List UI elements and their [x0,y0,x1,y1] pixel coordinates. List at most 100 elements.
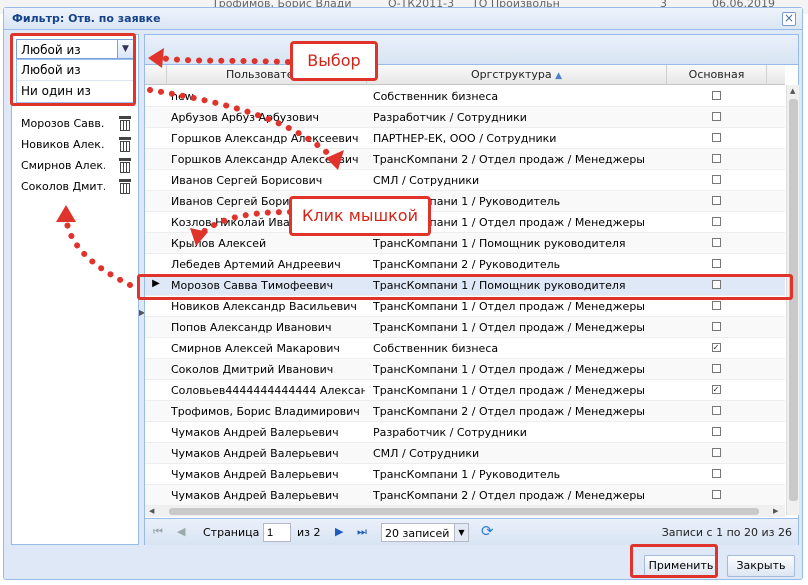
table-row[interactable]: Лебедев Артемий Андреевич ТрансКомпани 2 … [145,254,785,275]
trash-icon[interactable] [119,158,131,173]
cell-main-checkbox[interactable] [667,427,765,436]
selected-user-item: Морозов Савв... [17,115,133,133]
checkbox-icon[interactable] [711,133,721,142]
scroll-right-icon[interactable]: ▶ [773,507,778,515]
close-icon[interactable]: × [782,12,796,26]
cell-main-checkbox[interactable] [667,112,765,121]
cell-main-checkbox[interactable] [667,238,765,247]
header-main[interactable]: Основная [667,65,767,85]
checkbox-icon[interactable] [711,238,721,247]
cell-main-checkbox[interactable] [667,301,765,310]
last-page-icon[interactable]: ⏭ [357,525,367,539]
table-row[interactable]: Иванов Сергей Борисович СМЛ / Сотрудники [145,170,785,191]
checkbox-icon[interactable] [711,469,721,478]
dialog-titlebar[interactable]: Фильтр: Отв. по заявке × [4,8,802,30]
table-row[interactable]: new Собственник бизнеса [145,86,785,107]
checkbox-icon[interactable] [711,154,721,163]
cell-main-checkbox[interactable] [667,196,765,205]
header-org[interactable]: Оргструктура ▲ [367,65,667,85]
cell-user: Чумаков Андрей Валерьевич [171,447,339,460]
cell-main-checkbox[interactable] [667,133,765,142]
highlight-apply [630,544,718,578]
checkbox-icon[interactable]: ✓ [711,385,721,394]
page-count: из 2 [297,526,321,539]
cell-main-checkbox[interactable] [667,217,765,226]
cell-main-checkbox[interactable] [667,364,765,373]
vertical-scrollbar[interactable]: ▲ [786,85,799,515]
cell-main-checkbox[interactable] [667,322,765,331]
next-page-icon[interactable]: ▶ [335,525,343,538]
table-row[interactable]: Чумаков Андрей Валерьевич ТрансКомпани 1 … [145,464,785,485]
table-row[interactable]: Соловьев4444444444444 Алексан... ТрансКом… [145,380,785,401]
checkbox-icon[interactable] [711,196,721,205]
trash-icon[interactable] [119,179,131,194]
trash-icon[interactable] [119,116,131,131]
refresh-icon[interactable]: ⟳ [481,522,494,540]
table-row[interactable]: Трофимов, Борис Владимирович ТрансКомпани… [145,401,785,422]
header-org-label: Оргструктура [470,68,552,81]
checkbox-icon[interactable] [711,175,721,184]
chevron-down-icon[interactable]: ▼ [454,524,468,541]
cell-main-checkbox[interactable] [667,490,765,499]
cell-main-checkbox[interactable]: ✓ [667,385,765,394]
checkbox-icon[interactable] [711,490,721,499]
checkbox-icon[interactable] [711,217,721,226]
table-row[interactable]: Чумаков Андрей Валерьевич Разработчик / С… [145,422,785,443]
prev-page-icon[interactable]: ◀ [177,525,185,538]
cell-main-checkbox[interactable] [667,259,765,268]
checkbox-icon[interactable] [711,301,721,310]
cell-org: ТрансКомпани 1 / Помощник руководителя [373,237,626,250]
paging-toolbar: ⏮ ◀ Страница из 2 ▶ ⏭ 20 записей ▼ ⟳ Зап… [145,518,798,545]
header-main-label: Основная [688,68,745,81]
table-row[interactable]: Горшков Александр Алексеевич ПАРТНЕР-ЕК, … [145,128,785,149]
table-row[interactable]: Чумаков Андрей Валерьевич СМЛ / Сотрудник… [145,443,785,464]
cell-main-checkbox[interactable] [667,448,765,457]
checkbox-icon[interactable] [711,112,721,121]
horizontal-scrollbar[interactable]: ◀ ▶ [145,506,785,517]
cell-main-checkbox[interactable] [667,91,765,100]
vertical-scroll-thumb[interactable] [789,99,798,501]
cell-main-checkbox[interactable] [667,406,765,415]
selected-user-item: Новиков Алек... [17,136,133,154]
checkbox-icon[interactable] [711,427,721,436]
checkbox-icon[interactable] [711,259,721,268]
checkbox-icon[interactable] [711,448,721,457]
checkbox-icon[interactable]: ✓ [711,343,721,352]
page-size-value: 20 записей [385,527,450,540]
checkbox-icon[interactable] [711,91,721,100]
table-row[interactable]: Козлов Николай Иванович ТрансКомпани 1 / … [145,212,785,233]
table-row[interactable]: Соколов Дмитрий Иванович ТрансКомпани 1 /… [145,359,785,380]
checkbox-icon[interactable] [711,322,721,331]
checkbox-icon[interactable] [711,364,721,373]
table-row[interactable]: Крылов Алексей ТрансКомпани 1 / Помощник … [145,233,785,254]
cell-user: Крылов Алексей [171,237,267,250]
table-row[interactable]: Попов Александр Иванович ТрансКомпани 1 /… [145,317,785,338]
trash-icon[interactable] [119,137,131,152]
checkbox-icon[interactable] [711,406,721,415]
horizontal-scroll-thumb[interactable] [169,508,759,515]
page-number-input[interactable] [263,523,291,542]
table-row[interactable]: Горшков Александр Алексеевич ТрансКомпани… [145,149,785,170]
table-row[interactable]: Арбузов Арбуз Арбузович Разработчик / Сот… [145,107,785,128]
cell-user: Чумаков Андрей Валерьевич [171,468,339,481]
cell-org: СМЛ / Сотрудники [373,447,480,460]
cell-main-checkbox[interactable] [667,154,765,163]
cell-main-checkbox[interactable]: ✓ [667,343,765,352]
cell-user: Лебедев Артемий Андреевич [171,258,341,271]
first-page-icon[interactable]: ⏮ [153,525,163,539]
collapse-handle-icon[interactable]: ▶ [139,308,145,320]
scroll-left-icon[interactable]: ◀ [149,507,154,515]
paging-info: Записи с 1 по 20 из 26 [661,526,792,539]
table-row[interactable]: Чумаков Андрей Валерьевич ТрансКомпани 2 … [145,485,785,506]
cell-user: Горшков Александр Алексеевич [171,132,359,145]
table-row[interactable]: Иванов Сергей Борисович ТрансКомпани 1 / … [145,191,785,212]
cell-user: Смирнов Алексей Макарович [171,342,340,355]
cell-main-checkbox[interactable] [667,175,765,184]
selected-user-label: Смирнов Алек... [21,159,105,172]
cell-main-checkbox[interactable] [667,469,765,478]
close-button[interactable]: Закрыть [727,555,795,577]
grid-header: Пользователь Оргструктура ▲ Основная [145,65,785,85]
page-size-select[interactable]: 20 записей ▼ [381,523,469,542]
table-row[interactable]: Смирнов Алексей Макарович Собственник биз… [145,338,785,359]
scroll-up-icon[interactable]: ▲ [790,87,795,95]
